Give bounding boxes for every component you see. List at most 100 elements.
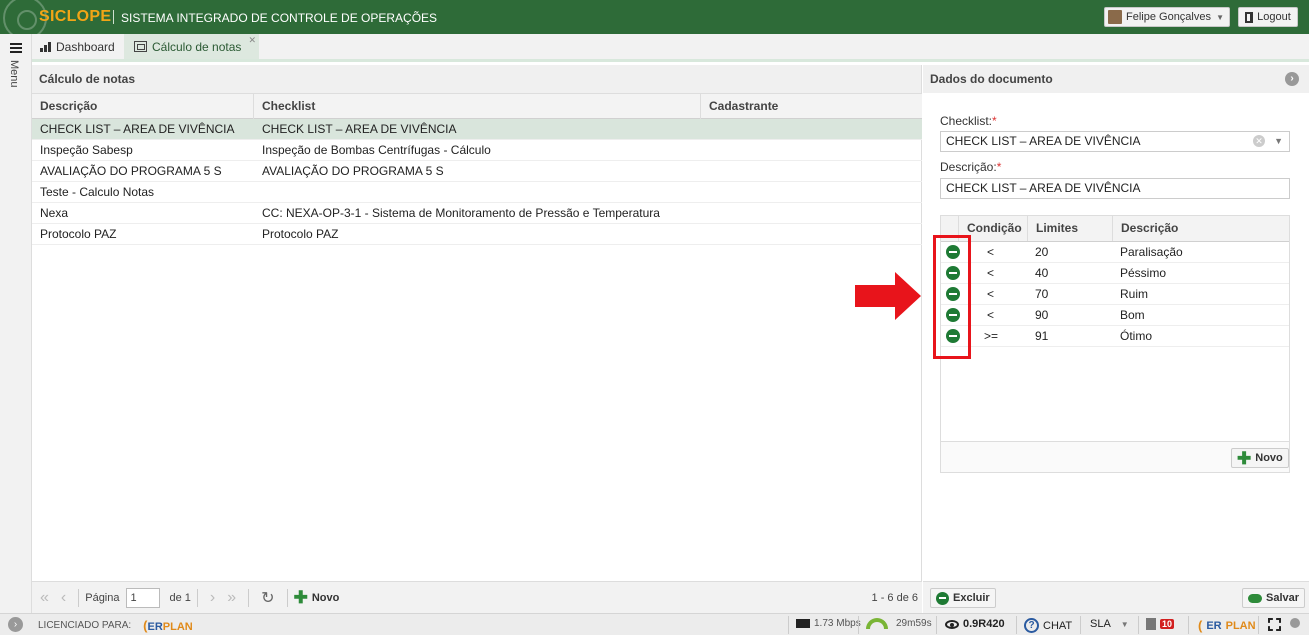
cell-cadastrante [701,182,709,202]
divider [858,616,859,634]
cell-checklist: CC: NEXA-OP-3-1 - Sistema de Monitoramen… [262,206,660,220]
cell-checklist: Protocolo PAZ [262,227,339,241]
erplan-logo-er: ER [147,621,163,633]
excluir-button[interactable]: Excluir [930,588,996,608]
clear-icon[interactable]: ✕ [1253,135,1265,147]
sla-dropdown[interactable]: SLA ▼ [1090,618,1129,630]
tab-calculo-de-notas[interactable]: Cálculo de notas ✕ [124,34,259,59]
checklist-select-value: CHECK LIST – AREA DE VIVÊNCIA [946,134,1141,148]
calculator-icon [134,41,147,52]
cell-descricao: AVALIAÇÃO DO PROGRAMA 5 S [40,164,222,178]
tab-dashboard[interactable]: Dashboard [40,34,115,59]
divider [1258,616,1259,634]
cell-descricao: Ruim [1120,287,1149,301]
limit-row: < 90 Bom [941,305,1289,326]
chat-button[interactable]: ? CHAT [1024,618,1072,633]
descricao-input[interactable]: CHECK LIST – AREA DE VIVÊNCIA [940,178,1290,199]
checklist-field-label: Checklist:* [940,114,997,128]
excluir-label: Excluir [953,592,990,604]
cloud-upload-icon [1248,593,1262,603]
close-icon[interactable]: ✕ [248,35,256,46]
next-page-icon[interactable]: › [210,589,215,607]
column-header-limites[interactable]: Limites [1027,216,1112,241]
user-menu-button[interactable]: Felipe Gonçalves ▼ [1104,7,1230,27]
cell-descricao: Protocolo PAZ [40,227,117,241]
notifications[interactable]: 10 [1146,618,1175,630]
chat-label: CHAT [1043,619,1073,632]
novo-button[interactable]: ✚ Novo [294,589,340,606]
cell-condicao: < [987,266,995,280]
table-row[interactable]: Protocolo PAZ Protocolo PAZ [32,224,922,245]
menu-label[interactable]: Menu [8,60,20,88]
side-menu-rail[interactable]: Menu [0,34,32,614]
bar-chart-icon [40,41,51,52]
cell-descricao: Ótimo [1120,329,1153,343]
divider [788,616,789,634]
fullscreen-button[interactable] [1268,618,1281,631]
tab-bar: Dashboard Cálculo de notas ✕ [32,34,1309,62]
cell-cadastrante [701,161,709,181]
brand-divider [113,10,114,24]
table-row[interactable]: CHECK LIST – AREA DE VIVÊNCIA CHECK LIST… [32,119,922,140]
prev-page-icon[interactable]: ‹ [61,589,66,607]
top-bar: SICLOPE SISTEMA INTEGRADO DE CONTROLE DE… [0,0,1309,40]
globe-icon [1290,618,1300,628]
table-row[interactable]: Teste - Calculo Notas [32,182,922,203]
table-row[interactable]: AVALIAÇÃO DO PROGRAMA 5 S AVALIAÇÃO DO P… [32,161,922,182]
tab-label: Cálculo de notas [152,39,242,54]
eye-icon [945,619,959,629]
cell-cadastrante [701,203,709,223]
document-actions-bar: Excluir Salvar [923,581,1309,613]
cell-cadastrante [701,140,709,160]
cell-checklist: CHECK LIST – AREA DE VIVÊNCIA [262,122,457,136]
network-icon [796,619,810,628]
cell-descricao: Paralisação [1120,245,1183,259]
chevron-down-icon[interactable]: ▼ [1274,132,1283,151]
chevron-right-icon[interactable]: › [1285,72,1299,86]
erplan-logo-plan: PLAN [162,621,193,633]
erplan-footer-logo: (ER PLAN [1198,618,1256,633]
licensed-label: LICENCIADO PARA: [38,620,132,631]
fullscreen-icon [1268,618,1281,631]
plus-icon: ✚ [1237,448,1252,468]
chevron-right-icon[interactable]: › [8,617,23,632]
column-header-descricao[interactable]: Descrição [32,94,254,119]
cell-limite: 70 [1035,287,1049,301]
status-indicator [1290,618,1300,628]
novo-label: Novo [311,591,340,604]
page-count-label: de 1 [169,591,191,604]
cell-checklist: AVALIAÇÃO DO PROGRAMA 5 S [262,164,444,178]
table-row[interactable]: Nexa CC: NEXA-OP-3-1 - Sistema de Monito… [32,203,922,224]
cell-descricao: Nexa [40,206,69,220]
divider [286,588,288,607]
refresh-icon[interactable]: ↻ [261,588,274,608]
hamburger-icon[interactable] [10,43,22,53]
salvar-label: Salvar [1266,592,1300,604]
salvar-button[interactable]: Salvar [1242,588,1306,608]
tab-label: Dashboard [56,39,115,54]
add-limit-button[interactable]: ✚ Novo [1231,448,1289,468]
checklist-select[interactable]: CHECK LIST – AREA DE VIVÊNCIA ✕ ▼ [940,131,1290,152]
cell-limite: 91 [1035,329,1049,343]
logout-button[interactable]: Logout [1238,7,1298,27]
panel-title: Cálculo de notas [32,65,921,93]
chevron-down-icon: ▼ [1216,12,1224,22]
cell-descricao: Péssimo [1120,266,1167,280]
page-number-input[interactable]: 1 [125,587,160,608]
column-header-checklist[interactable]: Checklist [254,94,701,119]
first-page-icon[interactable]: « [40,589,49,607]
erplan-logo: (ERPLAN [143,618,193,633]
cell-descricao: CHECK LIST – AREA DE VIVÊNCIA [40,122,235,136]
erplan-logo-er: ER [1206,619,1222,632]
divider [1080,616,1081,634]
table-row[interactable]: Inspeção Sabesp Inspeção de Bombas Centr… [32,140,922,161]
column-header-cadastrante[interactable]: Cadastrante [701,94,922,119]
network-speed: 1.73 Mbps [796,618,861,629]
column-header-descricao[interactable]: Descrição [1112,216,1289,241]
door-icon [1245,11,1254,23]
help-icon: ? [1024,618,1039,633]
cell-cadastrante [701,224,709,244]
logout-label: Logout [1257,11,1291,23]
user-name: Felipe Gonçalves [1126,11,1211,23]
last-page-icon[interactable]: » [227,589,236,607]
